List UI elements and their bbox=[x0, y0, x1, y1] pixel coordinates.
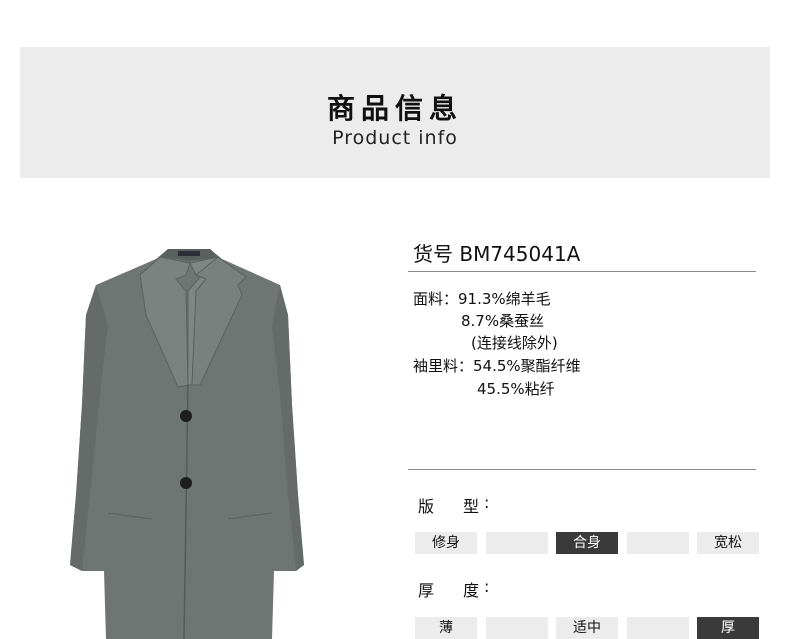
thickness-option: 适中 bbox=[556, 617, 618, 639]
fabric-label: 面料： bbox=[413, 290, 459, 308]
lining-line: 54.5%聚酯纤维 bbox=[473, 357, 581, 375]
lining-line: 45.5%粘纤 bbox=[477, 380, 555, 398]
fit-label-char: 型 bbox=[463, 497, 480, 516]
fit-label-char: 版 bbox=[418, 497, 435, 516]
sku-line: 货号 BM745041A bbox=[413, 238, 580, 267]
thickness-label-colon: : bbox=[484, 577, 490, 596]
divider bbox=[408, 469, 756, 470]
fabric-line: 8.7%桑蚕丝 bbox=[461, 312, 545, 330]
banner-title-en: Product info bbox=[332, 127, 458, 149]
fabric-row: 面料：91.3%绵羊毛 bbox=[413, 288, 551, 309]
fabric-line: 91.3%绵羊毛 bbox=[458, 290, 551, 308]
coat-image bbox=[70, 249, 304, 639]
fit-label: 版 型 : bbox=[418, 493, 489, 517]
divider bbox=[408, 271, 756, 272]
sku-value: BM745041A bbox=[459, 242, 581, 266]
thickness-option: 薄 bbox=[415, 617, 477, 639]
thickness-option bbox=[627, 617, 689, 639]
fit-label-colon: : bbox=[484, 493, 490, 512]
lining-row: 袖里料：54.5%聚酯纤维 bbox=[413, 355, 581, 376]
fit-option-selected: 合身 bbox=[556, 532, 618, 554]
sku-label: 货号 bbox=[413, 242, 453, 266]
banner-title-zh: 商品信息 bbox=[326, 92, 463, 125]
fit-option bbox=[486, 532, 548, 554]
product-info-banner: 商品信息 Product info bbox=[20, 47, 770, 178]
thickness-label-char: 厚 bbox=[418, 581, 435, 600]
thickness-label: 厚 度 : bbox=[418, 577, 489, 601]
fit-option: 宽松 bbox=[697, 532, 759, 554]
fit-option: 修身 bbox=[415, 532, 477, 554]
thickness-option-selected: 厚 bbox=[697, 617, 759, 639]
thickness-label-char: 度 bbox=[463, 581, 480, 600]
fabric-line: (连接线除外) bbox=[471, 334, 558, 352]
thickness-option bbox=[486, 617, 548, 639]
lining-label: 袖里料： bbox=[413, 357, 474, 375]
fit-option bbox=[627, 532, 689, 554]
